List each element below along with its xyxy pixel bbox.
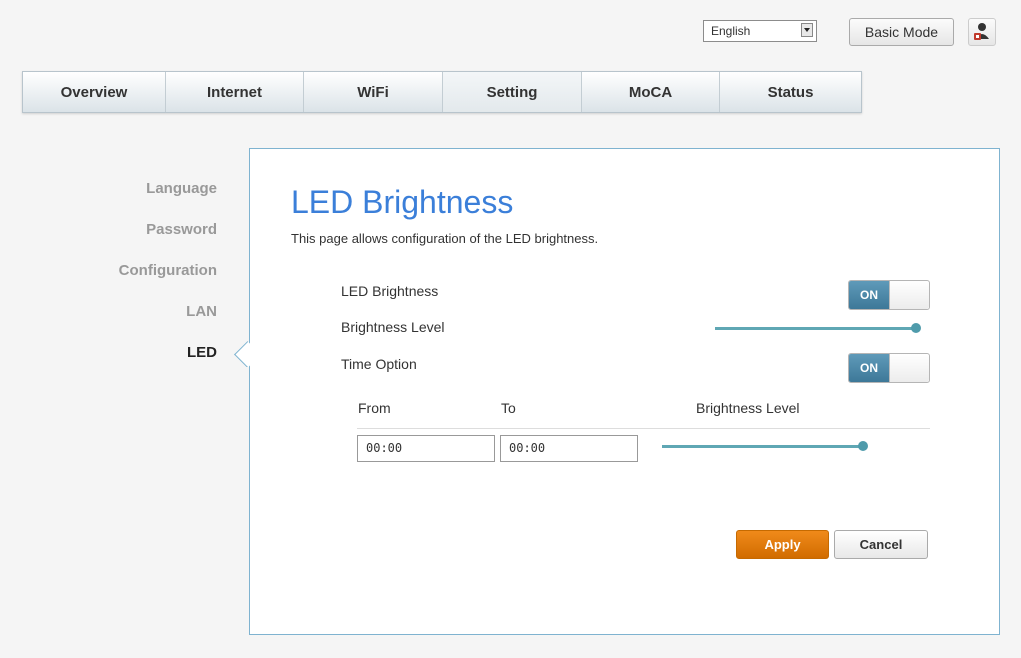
toggle-on-label: ON — [849, 354, 889, 382]
time-option-label: Time Option — [341, 356, 417, 372]
cancel-button[interactable]: Cancel — [834, 530, 928, 559]
apply-button[interactable]: Apply — [736, 530, 829, 559]
tab-moca[interactable]: MoCA — [582, 72, 720, 112]
from-time-input[interactable]: 00:00 — [357, 435, 495, 462]
led-brightness-label: LED Brightness — [341, 283, 439, 299]
to-time-input[interactable]: 00:00 — [500, 435, 638, 462]
brightness-level-slider-handle[interactable] — [911, 323, 921, 333]
toggle-knob — [889, 281, 929, 309]
time-option-toggle[interactable]: ON — [848, 353, 930, 383]
from-column-label: From — [358, 400, 391, 416]
schedule-divider — [357, 428, 930, 429]
sidebar-item-language[interactable]: Language — [146, 180, 217, 197]
tab-status[interactable]: Status — [720, 72, 861, 112]
language-select[interactable]: English — [703, 20, 817, 42]
toggle-on-label: ON — [849, 281, 889, 309]
tab-setting[interactable]: Setting — [443, 72, 582, 112]
schedule-brightness-slider[interactable] — [662, 445, 862, 448]
page-description: This page allows configuration of the LE… — [291, 231, 599, 246]
main-nav-tabs: Overview Internet WiFi Setting MoCA Stat… — [22, 71, 862, 113]
content-panel — [249, 148, 1000, 635]
brightness-level-slider[interactable] — [715, 327, 915, 330]
user-account-button[interactable] — [968, 18, 996, 46]
sidebar-item-led[interactable]: LED — [187, 344, 217, 361]
tab-internet[interactable]: Internet — [166, 72, 304, 112]
user-admin-icon — [974, 23, 989, 40]
schedule-brightness-level-label: Brightness Level — [696, 400, 800, 416]
page-title: LED Brightness — [291, 184, 514, 220]
chevron-down-icon[interactable] — [801, 23, 813, 37]
schedule-brightness-slider-handle[interactable] — [858, 441, 868, 451]
sidebar-item-configuration[interactable]: Configuration — [119, 262, 217, 279]
basic-mode-button[interactable]: Basic Mode — [849, 18, 954, 46]
tab-overview[interactable]: Overview — [23, 72, 166, 112]
brightness-level-label: Brightness Level — [341, 319, 445, 335]
panel-pointer — [232, 341, 256, 367]
to-column-label: To — [501, 400, 516, 416]
toggle-knob — [889, 354, 929, 382]
sidebar-item-lan[interactable]: LAN — [186, 303, 217, 320]
language-select-value: English — [711, 24, 751, 38]
tab-wifi[interactable]: WiFi — [304, 72, 443, 112]
led-brightness-toggle[interactable]: ON — [848, 280, 930, 310]
sidebar-item-password[interactable]: Password — [146, 221, 217, 238]
